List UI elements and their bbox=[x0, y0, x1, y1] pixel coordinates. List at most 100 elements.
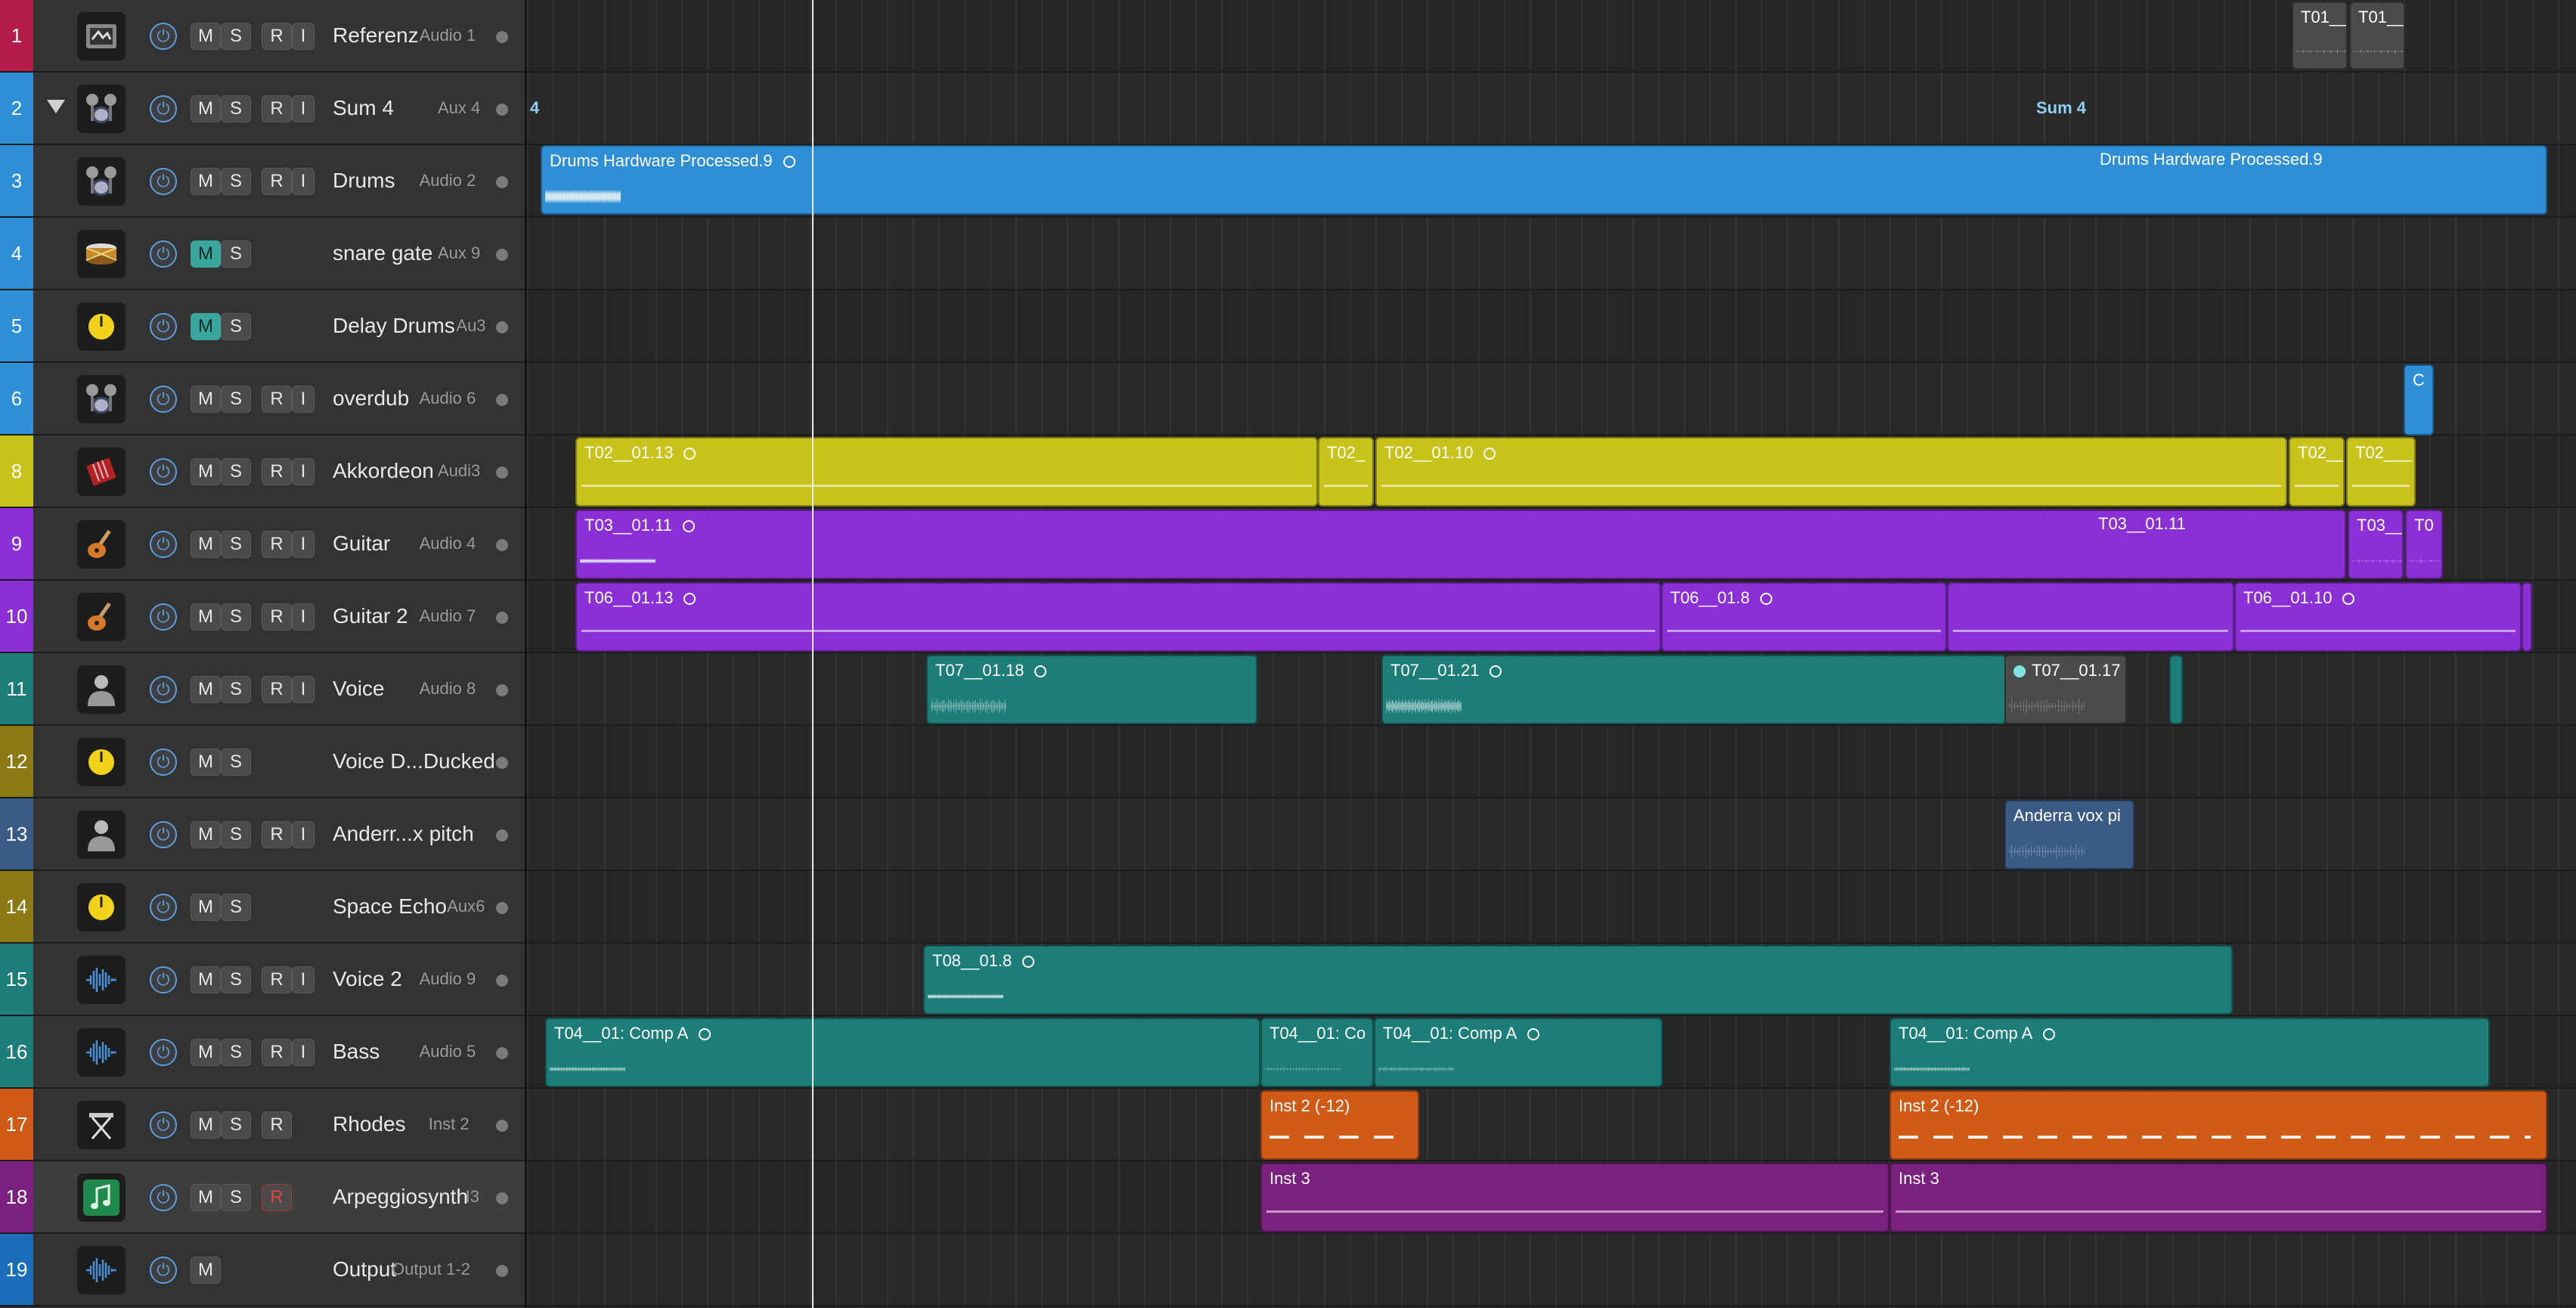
region[interactable]: T07__01.18 bbox=[926, 655, 1257, 724]
track-name[interactable]: Referenz bbox=[333, 0, 419, 71]
track-header-19[interactable]: 19 ⏻ M Output Output 1-2 bbox=[0, 1234, 525, 1306]
mute-button[interactable]: M bbox=[191, 603, 221, 631]
mute-button[interactable]: M bbox=[191, 95, 221, 122]
track-lane-6[interactable] bbox=[527, 363, 2576, 435]
region[interactable]: T04__01: Comp A bbox=[1374, 1018, 1663, 1087]
guitar-icon[interactable] bbox=[77, 520, 126, 569]
record-enable-button[interactable]: R bbox=[262, 1039, 292, 1066]
solo-button[interactable]: S bbox=[221, 23, 251, 50]
track-on-off-button[interactable]: ⏻ bbox=[150, 240, 177, 268]
region[interactable]: T07__01.21 bbox=[1381, 655, 2006, 724]
waveform-icon[interactable] bbox=[77, 1246, 126, 1294]
track-header-12[interactable]: 12 ⏻ M S Voice D...Ducked bbox=[0, 726, 525, 798]
track-output[interactable]: Aux 9 bbox=[438, 218, 480, 289]
track-header-4[interactable]: 4 ⏻ M Ssnare gate Aux 9 bbox=[0, 218, 525, 290]
mute-button[interactable]: M bbox=[191, 240, 221, 268]
arrange-area[interactable]: 4 Sum 4 T01__ T01__ Drums Hardware Process… bbox=[527, 0, 2576, 1308]
solo-button[interactable]: S bbox=[221, 531, 251, 558]
accordion-icon[interactable] bbox=[77, 448, 126, 496]
track-on-off-button[interactable]: ⏻ bbox=[150, 386, 177, 413]
track-lane-4[interactable] bbox=[527, 218, 2576, 290]
track-name[interactable]: Space Echo bbox=[333, 871, 447, 942]
input-monitor-button[interactable]: I bbox=[292, 821, 315, 848]
track-header-17[interactable]: 17 ⏻ M S R Rhodes Inst 2 bbox=[0, 1089, 525, 1161]
track-name[interactable]: Voice 2 bbox=[333, 944, 402, 1015]
track-lane-13[interactable] bbox=[527, 798, 2576, 871]
record-enable-button[interactable]: R bbox=[262, 966, 292, 993]
track-lane-1[interactable] bbox=[527, 0, 2576, 73]
track-output[interactable]: Audio 9 bbox=[420, 944, 476, 1015]
record-enable-button[interactable]: R bbox=[262, 386, 292, 413]
track-output[interactable]: Audio 4 bbox=[420, 508, 476, 579]
track-output[interactable]: I3 bbox=[466, 1161, 479, 1232]
mute-button[interactable]: M bbox=[191, 1111, 221, 1139]
track-name[interactable]: Rhodes bbox=[333, 1089, 406, 1160]
track-on-off-button[interactable]: ⏻ bbox=[150, 1257, 177, 1284]
track-on-off-button[interactable]: ⏻ bbox=[150, 458, 177, 485]
aux-knob-icon[interactable] bbox=[77, 302, 126, 351]
region[interactable]: T03__01.11 bbox=[575, 510, 2346, 579]
region[interactable]: T02_ bbox=[1318, 437, 1374, 507]
track-lane-5[interactable] bbox=[527, 290, 2576, 363]
track-on-off-button[interactable]: ⏻ bbox=[150, 1111, 177, 1139]
solo-button[interactable]: S bbox=[221, 168, 251, 195]
track-name[interactable]: Arpeggiosynth bbox=[333, 1161, 468, 1232]
track-output[interactable]: Audi3 bbox=[438, 435, 480, 507]
track-name[interactable]: Anderr...x pitch bbox=[333, 798, 474, 869]
midi-note-icon[interactable] bbox=[77, 1173, 126, 1222]
track-on-off-button[interactable]: ⏻ bbox=[150, 1184, 177, 1211]
mute-button[interactable]: M bbox=[191, 168, 221, 195]
singer-icon[interactable] bbox=[77, 811, 126, 859]
track-output[interactable]: Audio 6 bbox=[420, 363, 476, 434]
input-monitor-button[interactable]: I bbox=[292, 1039, 315, 1066]
track-on-off-button[interactable]: ⏻ bbox=[150, 95, 177, 122]
region[interactable]: T07__01.17 bbox=[2004, 655, 2127, 724]
mute-button[interactable]: M bbox=[191, 386, 221, 413]
track-header-6[interactable]: 6 ⏻ M S R Ioverdub Audio 6 bbox=[0, 363, 525, 435]
region[interactable]: Inst 2 (-12) bbox=[1260, 1090, 1419, 1160]
mute-button[interactable]: M bbox=[191, 23, 221, 50]
mute-button[interactable]: M bbox=[191, 966, 221, 993]
region[interactable]: Inst 3 bbox=[1260, 1163, 1889, 1232]
region[interactable]: T08__01.8 bbox=[923, 945, 2233, 1015]
track-header-13[interactable]: 13 ⏻ M S R I Anderr...x pitch bbox=[0, 798, 525, 871]
guitar-icon[interactable] bbox=[77, 593, 126, 641]
drum-kit-icon[interactable] bbox=[77, 85, 126, 133]
track-name[interactable]: Sum 4 bbox=[333, 73, 394, 144]
solo-button[interactable]: S bbox=[221, 458, 251, 485]
keyboard-stand-icon[interactable] bbox=[77, 1101, 126, 1149]
region[interactable]: Inst 2 (-12) bbox=[1889, 1090, 2547, 1160]
record-enable-button[interactable]: R bbox=[262, 1111, 292, 1139]
record-enable-button[interactable]: R bbox=[262, 458, 292, 485]
track-name[interactable]: Delay Drums bbox=[333, 290, 455, 361]
playhead[interactable] bbox=[812, 0, 814, 1308]
track-header-3[interactable]: 3 ⏻ M S R I Drums Audio 2 bbox=[0, 145, 525, 218]
solo-button[interactable]: S bbox=[221, 894, 251, 921]
record-enable-button[interactable]: R bbox=[262, 95, 292, 122]
record-enable-button[interactable]: R bbox=[262, 821, 292, 848]
region[interactable]: T01__ bbox=[2349, 2, 2405, 70]
track-on-off-button[interactable]: ⏻ bbox=[150, 821, 177, 848]
track-name[interactable]: Bass bbox=[333, 1016, 380, 1087]
region[interactable]: Inst 3 bbox=[1889, 1163, 2547, 1232]
reference-icon[interactable] bbox=[77, 12, 126, 60]
track-on-off-button[interactable]: ⏻ bbox=[150, 168, 177, 195]
track-header-14[interactable]: 14 ⏻ M S Space Echo Aux6 bbox=[0, 871, 525, 944]
region[interactable] bbox=[2522, 582, 2532, 652]
record-enable-button[interactable]: R bbox=[262, 603, 292, 631]
track-name[interactable]: Drums bbox=[333, 145, 395, 216]
track-name[interactable]: Guitar bbox=[333, 508, 390, 579]
mute-button[interactable]: M bbox=[191, 1184, 221, 1211]
track-lane-14[interactable] bbox=[527, 871, 2576, 944]
track-name[interactable]: Voice D...Ducked bbox=[333, 726, 495, 797]
region[interactable]: T04__01: Comp A bbox=[545, 1018, 1260, 1087]
solo-button[interactable]: S bbox=[221, 95, 251, 122]
track-header-5[interactable]: 5 ⏻ M S Delay Drums Au3 bbox=[0, 290, 525, 363]
region[interactable]: T02__ bbox=[2289, 437, 2345, 507]
track-header-9[interactable]: 9 ⏻ M S R I Guitar Audio 4 bbox=[0, 508, 525, 581]
track-name[interactable]: overdub bbox=[333, 363, 409, 434]
track-on-off-button[interactable]: ⏻ bbox=[150, 313, 177, 340]
track-name[interactable]: Guitar 2 bbox=[333, 581, 408, 652]
solo-button[interactable]: S bbox=[221, 1039, 251, 1066]
track-header-1[interactable]: 1 ⏻ M S R I Referenz Audio 1 bbox=[0, 0, 525, 73]
